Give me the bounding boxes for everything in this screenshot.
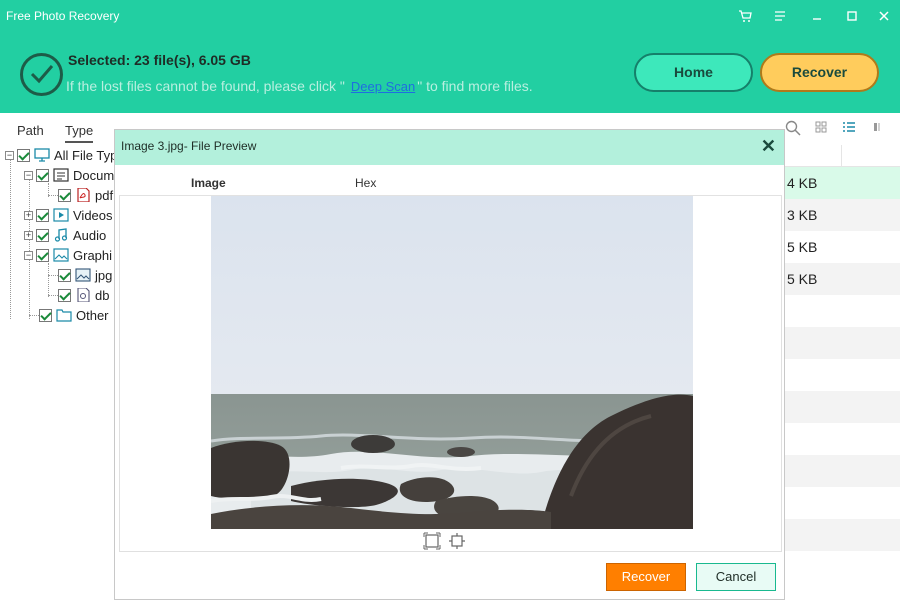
- collapse-toggle[interactable]: −: [24, 250, 33, 260]
- menu-icon[interactable]: [768, 6, 792, 30]
- file-size-cell: 5 KB: [787, 239, 818, 255]
- success-check-icon: [20, 53, 63, 96]
- minimize-icon[interactable]: [805, 6, 829, 30]
- tree-item-pdf[interactable]: pdf: [58, 185, 113, 205]
- preview-tabs: Image Hex: [119, 170, 782, 196]
- tree-label: db: [95, 287, 110, 303]
- tab-hex[interactable]: Hex: [355, 176, 376, 190]
- file-size-cell: 4 KB: [783, 167, 900, 199]
- selected-summary: Selected: 23 file(s), 6.05 GB: [68, 52, 251, 68]
- tree-item-all[interactable]: − All File Typ: [5, 145, 117, 165]
- empty-row: [783, 295, 900, 327]
- cart-icon[interactable]: [733, 6, 757, 30]
- checkbox-checked[interactable]: [58, 188, 71, 202]
- empty-row: [783, 519, 900, 551]
- empty-row: [783, 455, 900, 487]
- tree-item-db[interactable]: db: [58, 285, 109, 305]
- pdf-file-icon: [77, 188, 90, 202]
- tree-label: Docum: [73, 167, 115, 183]
- hint-text-after: " to find more files.: [417, 78, 533, 94]
- tree-label: jpg: [95, 267, 113, 283]
- tree-label: pdf: [95, 187, 114, 203]
- image-preview-area: [119, 196, 782, 552]
- dialog-titlebar: Image 3.jpg- File Preview ✕: [115, 130, 784, 165]
- tree-label: Audio: [73, 227, 107, 243]
- deep-scan-hint: If the lost files cannot be found, pleas…: [66, 78, 533, 94]
- dialog-close-icon[interactable]: ✕: [761, 136, 776, 157]
- close-icon[interactable]: [872, 6, 896, 30]
- file-size-cell: 5 KB: [783, 263, 900, 295]
- video-icon: [53, 208, 69, 222]
- fit-to-window-icon[interactable]: [423, 532, 441, 550]
- file-preview-dialog: Image 3.jpg- File Preview ✕ Image Hex Re…: [114, 129, 785, 600]
- hint-text-before: If the lost files cannot be found, pleas…: [66, 78, 345, 94]
- tree-label: All File Typ: [54, 147, 118, 163]
- checkbox-checked[interactable]: [36, 228, 49, 242]
- empty-row: [783, 327, 900, 359]
- deep-scan-link[interactable]: Deep Scan: [351, 79, 415, 94]
- checkbox-checked[interactable]: [39, 308, 52, 322]
- dialog-recover-button[interactable]: Recover: [606, 563, 686, 591]
- tab-image[interactable]: Image: [191, 176, 226, 190]
- empty-row: [783, 391, 900, 423]
- jpg-file-icon: [75, 268, 91, 282]
- collapse-toggle[interactable]: −: [5, 150, 14, 160]
- empty-row: [783, 423, 900, 455]
- file-list-header: [783, 145, 900, 167]
- tab-type[interactable]: Type: [65, 123, 94, 143]
- db-file-icon: [77, 288, 90, 302]
- checkbox-checked[interactable]: [36, 248, 49, 262]
- tree-item-graphics[interactable]: − Graphi: [24, 245, 112, 265]
- image-icon: [53, 248, 69, 262]
- dialog-title: Image 3.jpg- File Preview: [121, 139, 257, 153]
- search-icon[interactable]: [785, 120, 801, 136]
- checkbox-checked[interactable]: [17, 148, 30, 162]
- home-button[interactable]: Home: [634, 53, 753, 92]
- music-icon: [54, 228, 68, 242]
- checkbox-checked[interactable]: [58, 288, 71, 302]
- monitor-icon: [34, 148, 50, 162]
- maximize-icon[interactable]: [840, 6, 864, 30]
- header-bar: Free Photo Recovery Selected: 23 file(s)…: [0, 0, 900, 113]
- expand-toggle[interactable]: +: [24, 210, 33, 220]
- tree-item-documents[interactable]: − Docum: [24, 165, 114, 185]
- expand-toggle[interactable]: +: [24, 230, 33, 240]
- list-view-icon[interactable]: [841, 120, 857, 136]
- empty-row: [783, 487, 900, 519]
- checkbox-checked[interactable]: [36, 208, 49, 222]
- file-size-cell: 3 KB: [783, 199, 900, 231]
- tree-label: Videos: [73, 207, 113, 223]
- tree-item-videos[interactable]: + Videos: [24, 205, 113, 225]
- preview-photo: [211, 196, 693, 529]
- checkbox-checked[interactable]: [36, 168, 49, 182]
- dialog-cancel-button[interactable]: Cancel: [696, 563, 776, 591]
- detail-view-icon[interactable]: [869, 120, 885, 136]
- view-tabs: Path Type: [0, 113, 120, 145]
- tree-item-other[interactable]: Other: [39, 305, 109, 325]
- tree-item-jpg[interactable]: jpg: [58, 265, 112, 285]
- tree-item-audio[interactable]: + Audio: [24, 225, 106, 245]
- actual-size-icon[interactable]: [448, 532, 466, 550]
- tree-label: Other: [76, 307, 109, 323]
- checkbox-checked[interactable]: [58, 268, 71, 282]
- grid-view-icon[interactable]: [813, 120, 829, 136]
- empty-row: [783, 551, 900, 583]
- file-type-tree: − All File Typ − Docum pdf + Videos + Au…: [0, 145, 120, 600]
- folder-icon: [56, 309, 72, 322]
- collapse-toggle[interactable]: −: [24, 170, 33, 180]
- empty-row: [783, 359, 900, 391]
- tab-path[interactable]: Path: [17, 123, 44, 138]
- document-icon: [53, 168, 69, 182]
- tree-label: Graphi: [73, 247, 113, 263]
- app-title: Free Photo Recovery: [6, 9, 120, 23]
- recover-button[interactable]: Recover: [760, 53, 879, 92]
